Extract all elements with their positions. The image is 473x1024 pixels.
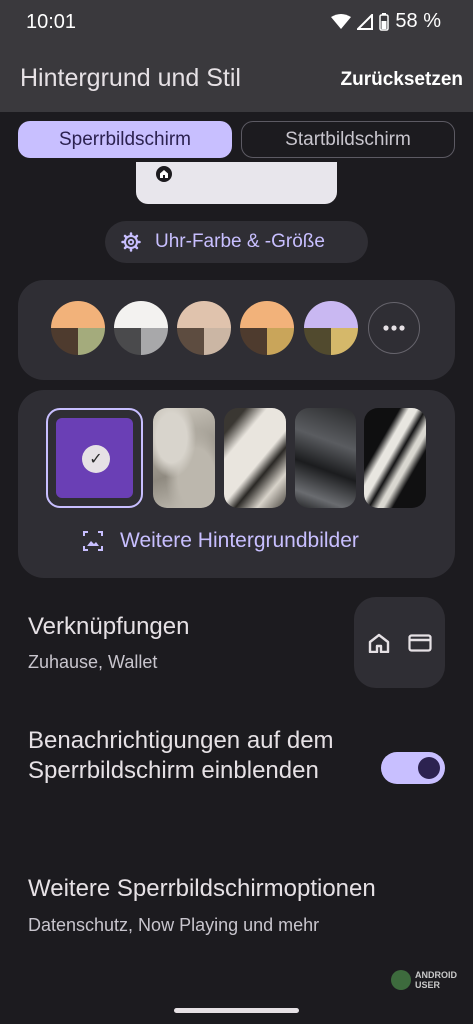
wifi-icon bbox=[331, 13, 352, 29]
battery-percent: 58 % bbox=[395, 10, 441, 32]
lockscreen-notifications-label[interactable]: Benachrichtigungen auf dem Sperrbildschi… bbox=[28, 726, 348, 786]
home-shortcut-preview-icon bbox=[156, 166, 172, 182]
more-horiz-icon bbox=[383, 325, 405, 331]
wallet-card-icon bbox=[407, 633, 432, 652]
clock-chip-label: Uhr-Farbe & -Größe bbox=[155, 231, 325, 252]
android-logo-icon bbox=[391, 970, 411, 990]
wallpaper-thumbnail[interactable] bbox=[295, 408, 356, 508]
more-wallpapers-button[interactable]: Weitere Hintergrundbilder bbox=[82, 529, 359, 553]
wallpaper-thumbnail-selected[interactable]: ✓ bbox=[46, 408, 143, 508]
color-swatch[interactable] bbox=[177, 301, 231, 355]
more-wallpapers-label: Weitere Hintergrundbilder bbox=[120, 529, 359, 552]
color-swatch[interactable] bbox=[51, 301, 105, 355]
lockscreen-notifications-toggle[interactable] bbox=[381, 752, 445, 784]
status-bar: 10:01 58 % bbox=[0, 0, 473, 44]
battery-icon bbox=[379, 12, 390, 31]
watermark-line2: USER bbox=[415, 980, 441, 990]
clock-color-size-button[interactable]: Uhr-Farbe & -Größe bbox=[105, 221, 368, 263]
status-icons: 58 % bbox=[331, 10, 441, 33]
wallpaper-solid-purple: ✓ bbox=[56, 418, 133, 498]
watermark-line1: ANDROID bbox=[415, 970, 457, 980]
tab-home-screen[interactable]: Startbildschirm bbox=[241, 121, 455, 158]
tab-lock-screen[interactable]: Sperrbildschirm bbox=[18, 121, 232, 158]
color-swatch[interactable] bbox=[304, 301, 358, 355]
page-title: Hintergrund und Stil bbox=[20, 64, 241, 92]
home-icon bbox=[368, 633, 389, 653]
color-swatch[interactable] bbox=[114, 301, 168, 355]
gesture-nav-handle[interactable] bbox=[174, 1008, 299, 1013]
wallpaper-thumbnail[interactable] bbox=[153, 408, 215, 508]
more-lockscreen-options-title[interactable]: Weitere Sperrbildschirmoptionen bbox=[28, 874, 376, 904]
reset-button[interactable]: Zurücksetzen bbox=[341, 69, 463, 91]
signal-icon bbox=[357, 13, 374, 30]
color-swatch[interactable] bbox=[240, 301, 294, 355]
more-colors-button[interactable] bbox=[368, 302, 420, 354]
check-icon: ✓ bbox=[82, 445, 110, 473]
gear-icon bbox=[121, 232, 141, 252]
shortcuts-preview-button[interactable] bbox=[354, 597, 445, 688]
wallpaper-thumbnail[interactable] bbox=[224, 408, 286, 508]
toggle-knob bbox=[418, 757, 440, 779]
wallpaper-thumbnail[interactable] bbox=[364, 408, 426, 508]
shortcuts-subtitle: Zuhause, Wallet bbox=[28, 652, 158, 672]
status-time: 10:01 bbox=[26, 11, 77, 33]
screen-tabs: Sperrbildschirm Startbildschirm bbox=[18, 121, 455, 158]
more-lockscreen-options-subtitle: Datenschutz, Now Playing und mehr bbox=[28, 915, 320, 935]
wallpaper-icon bbox=[83, 531, 103, 551]
shortcuts-title[interactable]: Verknüpfungen bbox=[28, 612, 189, 642]
android-user-watermark: ANDROID USER bbox=[391, 970, 457, 990]
